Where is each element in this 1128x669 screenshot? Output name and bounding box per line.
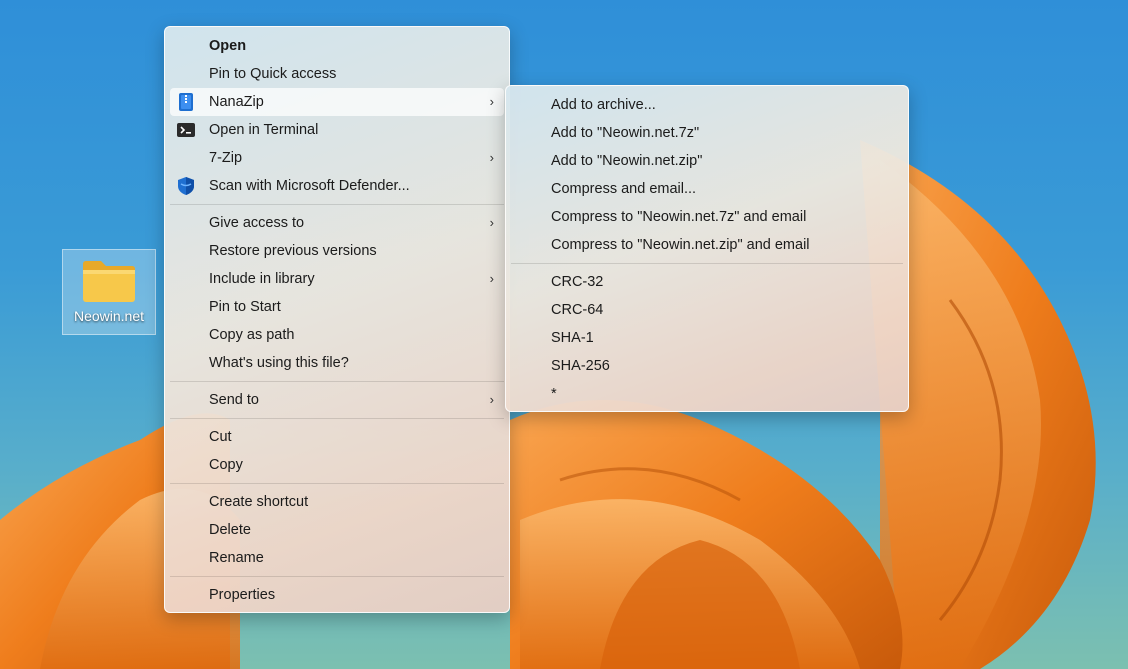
menu-item-give-access-to[interactable]: Give access to › bbox=[170, 209, 504, 237]
menu-item-label: Delete bbox=[209, 522, 251, 538]
submenu-item-sha-1[interactable]: SHA-1 bbox=[511, 324, 903, 352]
submenu-item-label: Compress and email... bbox=[551, 181, 697, 197]
chevron-right-icon: › bbox=[489, 150, 494, 165]
submenu-item-compress-to-neowin-net-7z-and-email[interactable]: Compress to "Neowin.net.7z" and email bbox=[511, 203, 903, 231]
chevron-right-icon: › bbox=[489, 392, 494, 407]
menu-item-label: Scan with Microsoft Defender... bbox=[209, 178, 410, 194]
chevron-right-icon: › bbox=[489, 215, 494, 230]
submenu-item-label: SHA-1 bbox=[551, 330, 594, 346]
submenu-item-label: Compress to "Neowin.net.zip" and email bbox=[551, 237, 810, 253]
menu-item-label: Copy as path bbox=[209, 327, 295, 343]
menu-item-label: Include in library bbox=[209, 271, 315, 287]
defender-shield-icon bbox=[176, 176, 196, 196]
submenu-item-label: Add to "Neowin.net.7z" bbox=[551, 125, 700, 141]
menu-item-properties[interactable]: Properties bbox=[170, 581, 504, 609]
submenu-item-sha-256[interactable]: SHA-256 bbox=[511, 352, 903, 380]
desktop-folder-label: Neowin.net bbox=[73, 308, 145, 324]
menu-item-cut[interactable]: Cut bbox=[170, 423, 504, 451]
chevron-right-icon: › bbox=[489, 94, 494, 109]
context-menu: Open Pin to Quick access NanaZip › Open in T… bbox=[164, 26, 510, 613]
menu-item-label: NanaZip bbox=[209, 94, 264, 110]
menu-item-restore-previous-versions[interactable]: Restore previous versions bbox=[170, 237, 504, 265]
menu-item-rename[interactable]: Rename bbox=[170, 544, 504, 572]
submenu-item-label: Compress to "Neowin.net.7z" and email bbox=[551, 209, 807, 225]
menu-item-delete[interactable]: Delete bbox=[170, 516, 504, 544]
submenu-item-crc-64[interactable]: CRC-64 bbox=[511, 296, 903, 324]
terminal-icon bbox=[176, 120, 196, 140]
menu-separator bbox=[170, 381, 504, 382]
menu-item-7-zip[interactable]: 7-Zip › bbox=[170, 144, 504, 172]
submenu-item-crc-32[interactable]: CRC-32 bbox=[511, 268, 903, 296]
menu-item-scan-with-microsoft-defender[interactable]: Scan with Microsoft Defender... bbox=[170, 172, 504, 200]
menu-item-label: Restore previous versions bbox=[209, 243, 377, 259]
menu-item-label: 7-Zip bbox=[209, 150, 243, 166]
menu-separator bbox=[170, 483, 504, 484]
menu-item-copy-as-path[interactable]: Copy as path bbox=[170, 321, 504, 349]
menu-item-label: Give access to bbox=[209, 215, 305, 231]
menu-item-label: Cut bbox=[209, 429, 232, 445]
submenu-item-label: CRC-32 bbox=[551, 274, 604, 290]
menu-item-label: Open in Terminal bbox=[209, 122, 319, 138]
menu-item-open-in-terminal[interactable]: Open in Terminal bbox=[170, 116, 504, 144]
desktop-folder-neowin[interactable]: Neowin.net bbox=[62, 249, 156, 335]
menu-item-label: Rename bbox=[209, 550, 264, 566]
menu-item-label: Create shortcut bbox=[209, 494, 309, 510]
submenu-item-compress-to-neowin-net-zip-and-email[interactable]: Compress to "Neowin.net.zip" and email bbox=[511, 231, 903, 259]
menu-item-pin-to-start[interactable]: Pin to Start bbox=[170, 293, 504, 321]
menu-item-copy[interactable]: Copy bbox=[170, 451, 504, 479]
submenu-item-label: Add to "Neowin.net.zip" bbox=[551, 153, 703, 169]
menu-separator bbox=[511, 263, 903, 264]
submenu-item-label: CRC-64 bbox=[551, 302, 604, 318]
folder-icon bbox=[83, 261, 135, 302]
menu-item-create-shortcut[interactable]: Create shortcut bbox=[170, 488, 504, 516]
menu-item-label: Copy bbox=[209, 457, 243, 473]
chevron-right-icon: › bbox=[489, 271, 494, 286]
submenu-item-all-hashes[interactable]: * bbox=[511, 380, 903, 408]
menu-item-send-to[interactable]: Send to › bbox=[170, 386, 504, 414]
menu-item-label: What's using this file? bbox=[209, 355, 349, 371]
menu-item-what-s-using-this-file[interactable]: What's using this file? bbox=[170, 349, 504, 377]
submenu-item-label: SHA-256 bbox=[551, 358, 610, 374]
nanazip-submenu: Add to archive... Add to "Neowin.net.7z" A… bbox=[505, 85, 909, 412]
submenu-item-add-to-neowin-net-zip[interactable]: Add to "Neowin.net.zip" bbox=[511, 147, 903, 175]
menu-item-label: Pin to Quick access bbox=[209, 66, 337, 82]
menu-item-label: Properties bbox=[209, 587, 276, 603]
menu-separator bbox=[170, 204, 504, 205]
menu-item-label: Pin to Start bbox=[209, 299, 281, 315]
submenu-item-add-to-archive[interactable]: Add to archive... bbox=[511, 91, 903, 119]
menu-item-open[interactable]: Open bbox=[170, 32, 504, 60]
menu-item-label: Open bbox=[209, 38, 247, 54]
nanazip-icon bbox=[176, 92, 196, 112]
submenu-item-add-to-neowin-net-7z[interactable]: Add to "Neowin.net.7z" bbox=[511, 119, 903, 147]
submenu-item-label: Add to archive... bbox=[551, 97, 656, 113]
submenu-item-label: * bbox=[551, 386, 557, 402]
menu-separator bbox=[170, 418, 504, 419]
menu-item-pin-to-quick-access[interactable]: Pin to Quick access bbox=[170, 60, 504, 88]
submenu-item-compress-and-email[interactable]: Compress and email... bbox=[511, 175, 903, 203]
menu-separator bbox=[170, 576, 504, 577]
menu-item-include-in-library[interactable]: Include in library › bbox=[170, 265, 504, 293]
menu-item-label: Send to bbox=[209, 392, 259, 408]
menu-item-nanazip[interactable]: NanaZip › bbox=[170, 88, 504, 116]
